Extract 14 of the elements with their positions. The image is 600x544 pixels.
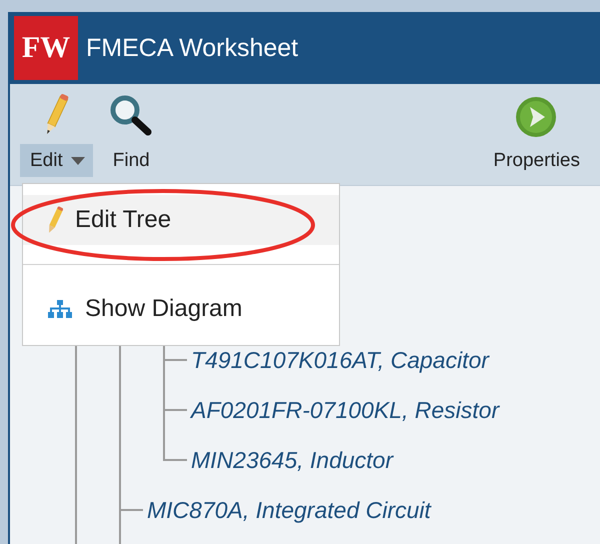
edit-tree-menu-item[interactable]: Edit Tree	[23, 195, 339, 245]
tree-item[interactable]: MIC870A, Integrated Circuit	[147, 496, 431, 524]
properties-button[interactable]: Properties	[483, 144, 588, 177]
menu-item[interactable]: Show Diagram	[23, 284, 339, 334]
tree-item[interactable]: MIN23645, Inductor	[191, 446, 394, 474]
find-button[interactable]: Find	[102, 144, 158, 177]
pencil-icon	[47, 206, 63, 234]
hierarchy-icon	[47, 300, 73, 318]
edit-button[interactable]: Edit	[20, 144, 93, 177]
tree-item[interactable]: AF0201FR-07100KL, Resistor	[191, 396, 500, 424]
logo: FW	[14, 16, 78, 80]
play-icon[interactable]	[514, 96, 557, 138]
tree-item[interactable]: T491C107K016AT, Capacitor	[191, 346, 489, 374]
window-title: FMECA Worksheet	[86, 34, 298, 62]
